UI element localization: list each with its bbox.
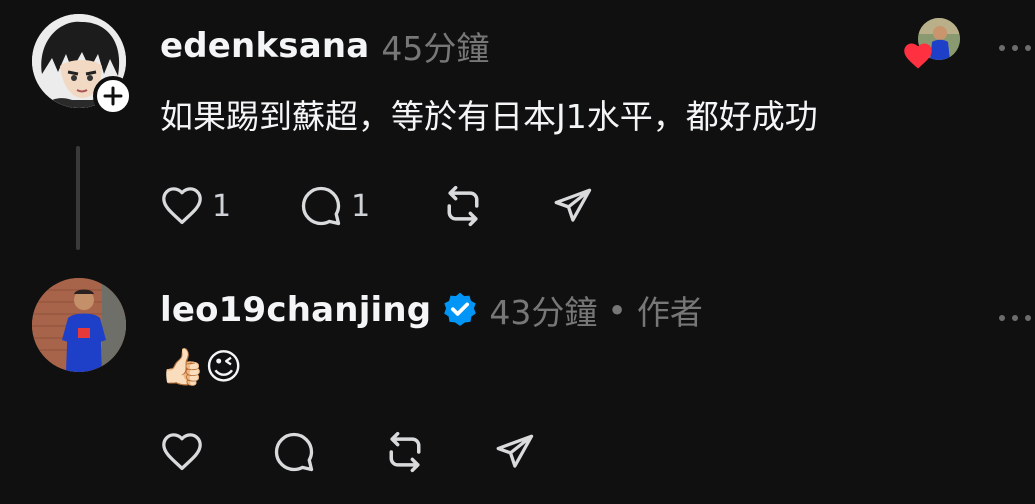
like-button[interactable]: 1 bbox=[160, 186, 231, 226]
like-count: 1 bbox=[212, 188, 232, 224]
username[interactable]: leo19chanjing bbox=[160, 290, 431, 330]
separator-dot: • bbox=[607, 290, 627, 330]
plus-icon bbox=[103, 86, 123, 106]
repost-button[interactable] bbox=[440, 184, 486, 228]
repost-button[interactable] bbox=[382, 430, 428, 474]
more-options-button[interactable] bbox=[998, 296, 1032, 328]
more-options-button[interactable] bbox=[998, 26, 1032, 58]
heart-icon bbox=[162, 187, 202, 224]
timestamp: 45分鐘 bbox=[381, 29, 490, 68]
reply-count: 1 bbox=[351, 188, 371, 224]
verified-badge-icon bbox=[444, 292, 477, 326]
send-icon bbox=[496, 434, 534, 468]
comment-text: 如果踢到蘇超，等於有日本J1水平，都好成功 bbox=[160, 97, 818, 136]
comment-icon bbox=[274, 432, 314, 472]
avatar-leo19chanjing[interactable] bbox=[32, 278, 126, 372]
more-icon bbox=[999, 45, 1031, 51]
comment-text: 👍🏻😉 bbox=[160, 347, 243, 388]
repost-icon bbox=[389, 431, 421, 473]
heart-icon bbox=[162, 433, 202, 470]
reply-button[interactable]: 1 bbox=[299, 185, 370, 227]
send-icon bbox=[554, 188, 592, 222]
more-icon bbox=[999, 315, 1031, 321]
username[interactable]: edenksana bbox=[160, 26, 369, 66]
liked-heart-icon bbox=[903, 42, 933, 74]
thread-line bbox=[76, 146, 80, 250]
author-label: 作者 bbox=[636, 293, 703, 332]
like-button[interactable] bbox=[160, 432, 204, 472]
comment-icon bbox=[301, 186, 341, 226]
share-button[interactable] bbox=[492, 431, 536, 473]
repost-icon bbox=[447, 185, 479, 227]
follow-button[interactable] bbox=[93, 76, 133, 116]
reply-button[interactable] bbox=[272, 431, 316, 473]
timestamp: 43分鐘 bbox=[489, 293, 598, 332]
share-button[interactable] bbox=[550, 185, 594, 227]
